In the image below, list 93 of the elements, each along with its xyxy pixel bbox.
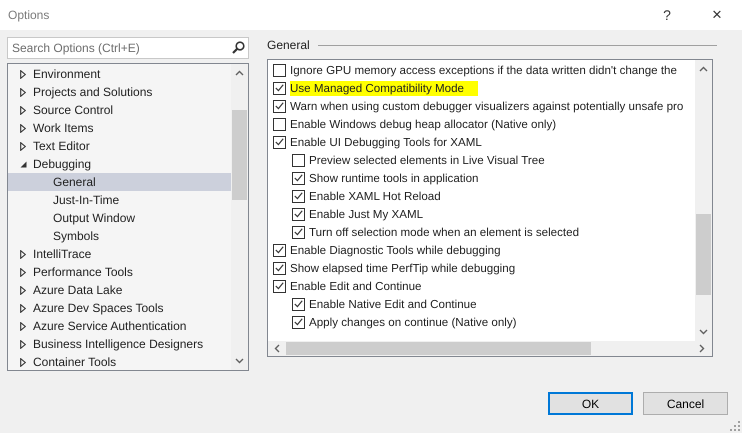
vertical-scrollbar[interactable] (695, 60, 712, 341)
checkbox[interactable] (292, 154, 305, 166)
checkbox[interactable] (292, 208, 305, 220)
horizontal-scrollbar[interactable] (268, 341, 712, 356)
option-label: Show runtime tools in application (309, 170, 480, 186)
tree-item[interactable]: Azure Dev Spaces Tools (8, 299, 231, 317)
scroll-left-icon (274, 344, 280, 353)
checkmark-icon (294, 174, 303, 182)
scroll-up-icon (235, 70, 244, 76)
dialog-button[interactable]: Cancel (643, 392, 728, 415)
checkmark-icon (294, 228, 303, 236)
scrollbar-thumb[interactable] (286, 342, 591, 355)
option-label: Enable UI Debugging Tools for XAML (290, 134, 483, 150)
window-title: Options (8, 8, 50, 22)
tree-item[interactable]: Source Control (8, 101, 231, 119)
vertical-scrollbar[interactable] (231, 64, 248, 370)
option-label: Ignore GPU memory access exceptions if the data written didn't change the (290, 62, 678, 78)
checkmark-icon (294, 210, 303, 218)
caret-right-icon[interactable] (20, 286, 26, 294)
resize-grip-icon (730, 421, 740, 431)
search-field[interactable]: Search Options (Ctrl+E) (7, 37, 249, 59)
caret-right-icon[interactable] (20, 124, 26, 132)
checkbox[interactable] (273, 118, 286, 130)
caret-right-icon[interactable] (20, 106, 26, 114)
checkbox[interactable] (273, 64, 286, 76)
caret-right-icon[interactable] (20, 340, 26, 348)
tree-item[interactable]: Azure Data Lake (8, 281, 231, 299)
checkbox[interactable] (292, 226, 305, 238)
option-label: Enable Windows debug heap allocator (Native only) (290, 116, 558, 132)
tree-item[interactable]: Azure Service Authentication (8, 317, 231, 335)
scrollbar-thumb[interactable] (232, 110, 247, 200)
tree-item[interactable]: General (8, 173, 231, 191)
close-button[interactable]: × (706, 3, 728, 27)
help-button[interactable]: ? (656, 3, 678, 27)
tree-item[interactable]: Work Items (8, 119, 231, 137)
tree-item[interactable]: Business Intelligence Designers (8, 335, 231, 353)
checkbox[interactable] (292, 316, 305, 328)
caret-right-icon[interactable] (20, 304, 26, 312)
tree-item[interactable]: Projects and Solutions (8, 83, 231, 101)
checkmark-icon (294, 300, 303, 308)
checkbox[interactable] (292, 298, 305, 310)
checkbox[interactable] (292, 172, 305, 184)
tree-item[interactable]: Just-In-Time (8, 191, 231, 209)
section-title: General (267, 38, 310, 52)
caret-right-icon[interactable] (20, 88, 26, 96)
checkbox[interactable] (273, 82, 286, 94)
option-label: Turn off selection mode when an element is selected (309, 224, 580, 240)
search-icon (232, 41, 245, 54)
tree-item[interactable]: Performance Tools (8, 263, 231, 281)
caret-down-icon[interactable] (20, 160, 26, 168)
tree-item[interactable]: Text Editor (8, 137, 231, 155)
option-label: Warn when using custom debugger visualizers against potentially unsafe pro (290, 98, 684, 114)
tree-item[interactable]: Container Tools (8, 353, 231, 370)
tree-item[interactable]: Environment (8, 65, 231, 83)
scroll-up-icon (699, 66, 708, 72)
tree-item[interactable]: Symbols (8, 227, 231, 245)
option-label: Preview selected elements in Live Visual Tree (309, 152, 546, 168)
checkmark-icon (275, 102, 284, 110)
option-label: Use Managed Compatibility Mode (290, 80, 478, 96)
option-label: Enable Just My XAML (309, 206, 424, 222)
checkmark-icon (294, 318, 303, 326)
checkmark-icon (275, 84, 284, 92)
checkmark-icon (275, 138, 284, 146)
checkbox[interactable] (273, 280, 286, 292)
dialog-button[interactable]: OK (548, 392, 633, 415)
caret-right-icon[interactable] (20, 250, 26, 258)
scrollbar-thumb[interactable] (696, 214, 711, 295)
option-label: Apply changes on continue (Native only) (309, 314, 518, 330)
checkmark-icon (275, 246, 284, 254)
caret-right-icon[interactable] (20, 322, 26, 330)
scroll-right-icon (699, 344, 705, 353)
checkmark-icon (275, 264, 284, 272)
tree-item[interactable]: Debugging (8, 155, 231, 173)
option-label: Enable Diagnostic Tools while debugging (290, 242, 502, 258)
caret-right-icon[interactable] (20, 358, 26, 366)
scroll-down-icon (235, 358, 244, 364)
checkbox[interactable] (273, 244, 286, 256)
option-label: Enable Edit and Continue (290, 278, 422, 294)
caret-right-icon[interactable] (20, 70, 26, 78)
checkbox[interactable] (273, 262, 286, 274)
option-label: Show elapsed time PerfTip while debugging (290, 260, 516, 276)
scroll-down-icon (699, 329, 708, 335)
checkbox[interactable] (273, 100, 286, 112)
caret-right-icon[interactable] (20, 142, 26, 150)
caret-right-icon[interactable] (20, 268, 26, 276)
tree-item[interactable]: IntelliTrace (8, 245, 231, 263)
checkbox[interactable] (292, 190, 305, 202)
tree-item[interactable]: Output Window (8, 209, 231, 227)
checkmark-icon (294, 192, 303, 200)
checkmark-icon (275, 282, 284, 290)
checkbox[interactable] (273, 136, 286, 148)
option-label: Enable Native Edit and Continue (309, 296, 478, 312)
option-label: Enable XAML Hot Reload (309, 188, 442, 204)
